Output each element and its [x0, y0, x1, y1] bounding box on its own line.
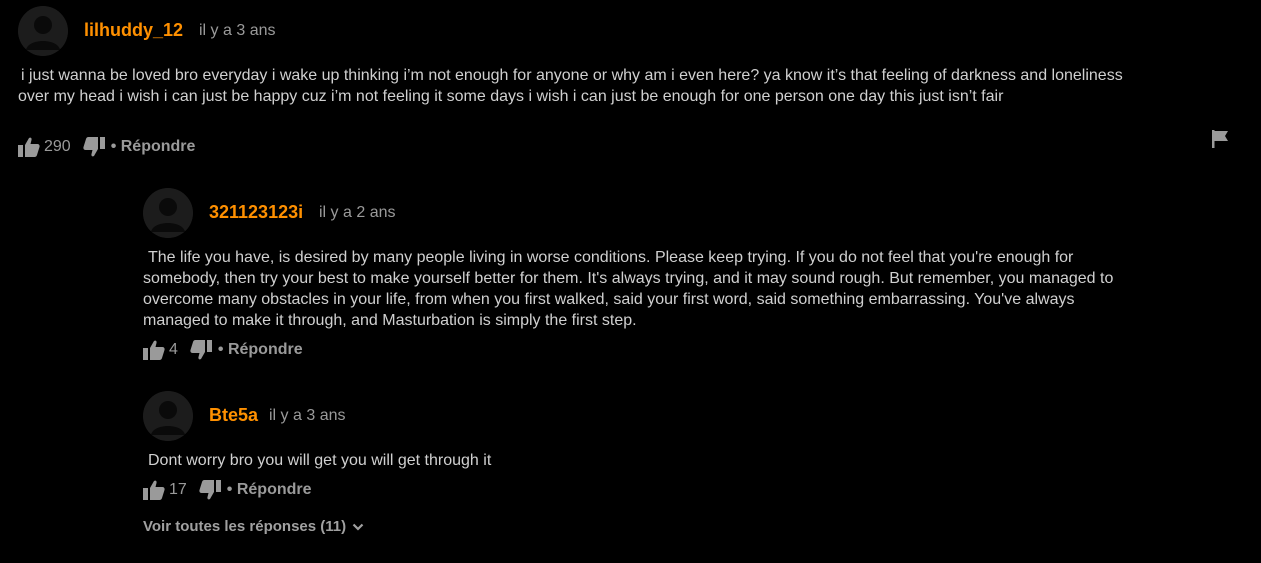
reply-username[interactable]: Bte5a — [209, 405, 258, 426]
thumbs-up-icon[interactable] — [143, 480, 165, 500]
reply-actions: 17 • Répondre — [143, 478, 312, 502]
reply-timestamp: il y a 3 ans — [269, 407, 346, 424]
reply-button[interactable]: • Répondre — [227, 481, 312, 499]
see-all-replies-label: Voir toutes les réponses (11) — [143, 518, 347, 535]
avatar[interactable] — [143, 391, 193, 441]
thumbs-down-icon[interactable] — [199, 480, 221, 500]
user-silhouette-icon — [143, 391, 193, 441]
chevron-down-icon — [352, 523, 364, 531]
reply: Bte5a il y a 3 ans Dont worry bro you wi… — [0, 0, 1261, 510]
see-all-replies-button[interactable]: Voir toutes les réponses (11) — [143, 518, 364, 535]
reply-text: Dont worry bro you will get you will get… — [148, 452, 492, 469]
like-count: 17 — [169, 481, 187, 498]
